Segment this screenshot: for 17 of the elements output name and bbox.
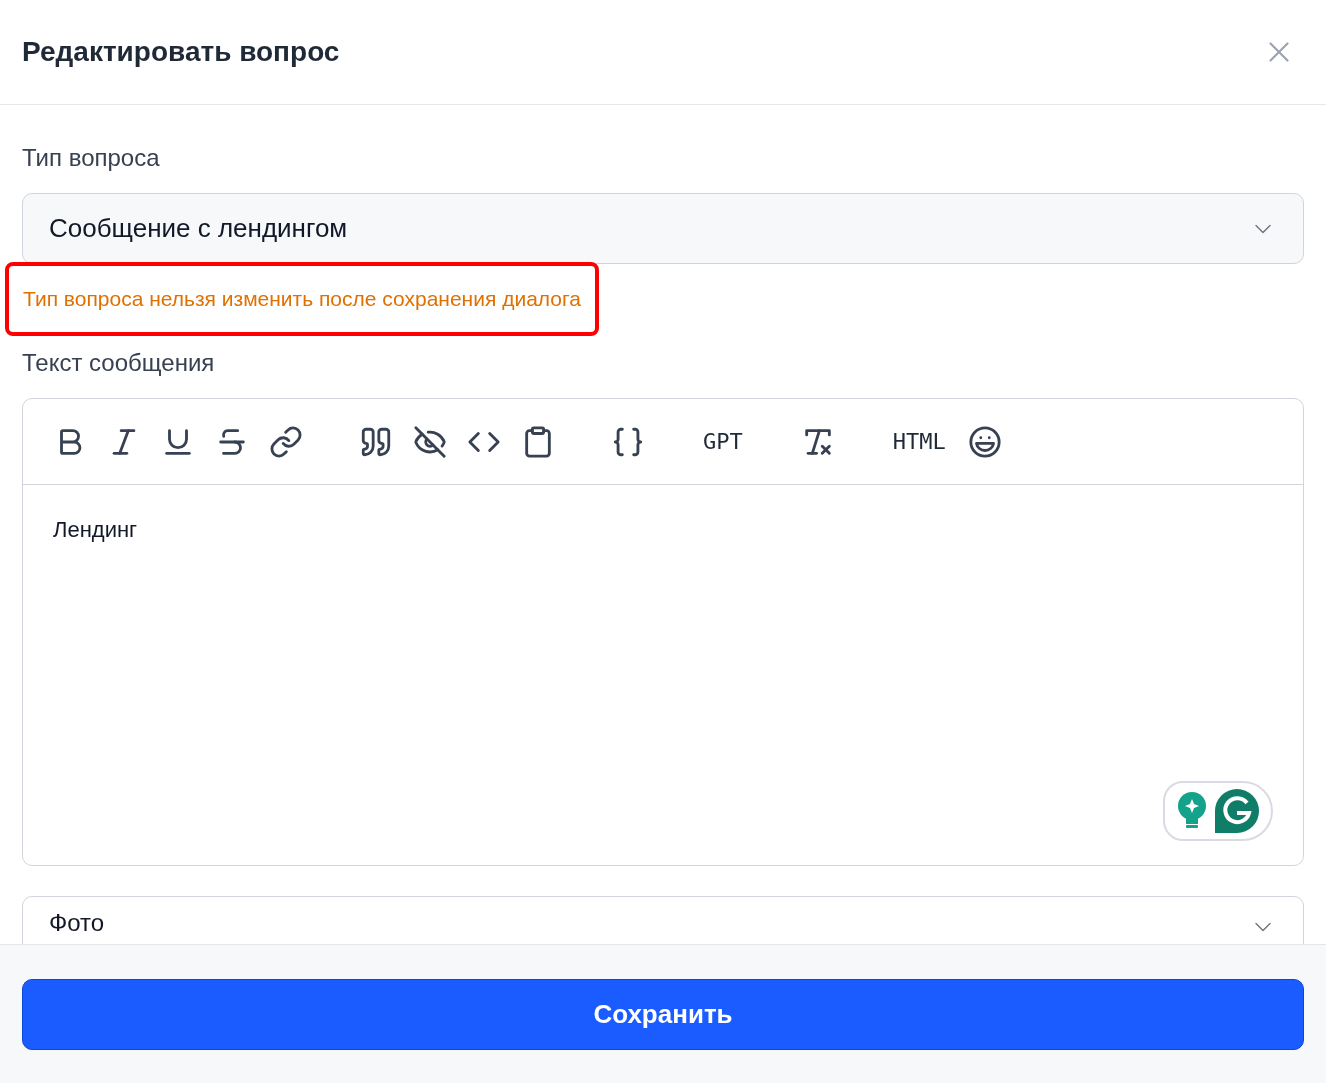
toolbar-button[interactable]: HTML: [890, 425, 948, 458]
question-type-select[interactable]: Сообщение с лендингом: [22, 193, 1304, 264]
lightbulb-icon: [1177, 792, 1207, 830]
toolbar-button[interactable]: GPT: [701, 425, 745, 458]
emoji-icon[interactable]: [967, 424, 1002, 459]
save-button[interactable]: Сохранить: [22, 979, 1304, 1050]
rich-text-editor[interactable]: GPT HTML Лендинг: [22, 398, 1304, 866]
editor-text: Лендинг: [53, 517, 138, 542]
field-label: Текст сообщения: [22, 348, 216, 378]
photo-select[interactable]: Фото: [22, 896, 1304, 944]
assistant-widget[interactable]: [1163, 781, 1273, 841]
warning-text: Тип вопроса нельзя изменить после сохранения диалога: [5, 262, 599, 336]
field-label: Тип вопроса: [22, 143, 161, 173]
link-icon[interactable]: [269, 424, 303, 459]
g-logo-icon: [1215, 789, 1259, 833]
dialog-title: Редактировать вопрос: [22, 35, 340, 69]
eye-off-icon[interactable]: [413, 424, 447, 459]
